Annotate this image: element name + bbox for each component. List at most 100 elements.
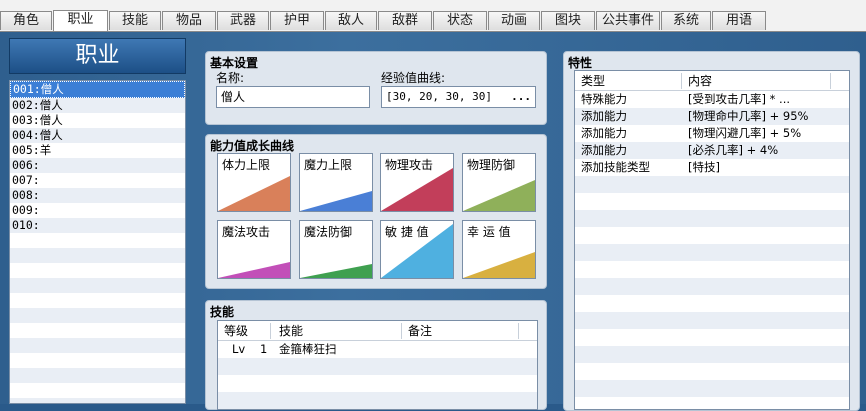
curve-fill [300,191,372,211]
exp-curve-edit-button[interactable]: ... [511,87,531,107]
list-item[interactable]: 008: [10,188,185,203]
traits-table[interactable]: 类型 内容 特殊能力 [受到攻击几率] * ... 添加能力 [物理命中几率] … [574,70,850,410]
skill-name: 金箍棒狂扫 [279,342,337,356]
col-note: 备注 [408,324,433,338]
database-tab-bar: 角色 职业 技能 物品 武器 护甲 敌人 敌群 状态 动画 图块 公共事件 系统… [0,10,866,32]
tab-states[interactable]: 状态 [433,11,487,30]
table-row [575,261,849,278]
col-skill: 技能 [279,324,304,338]
tab-enemies[interactable]: 敌人 [325,11,377,30]
curve-fill [381,168,453,211]
traits-panel: 特性 类型 内容 特殊能力 [受到攻击几率] * ... 添加能力 [物理命中几… [563,51,860,411]
list-item [10,308,185,323]
tab-terms[interactable]: 用语 [712,11,766,30]
tab-armors[interactable]: 护甲 [270,11,324,30]
list-item[interactable]: 002:僧人 [10,98,185,113]
table-row [218,392,537,409]
list-item [10,383,185,398]
curve-magic-defense[interactable]: 魔法防御 [299,220,373,279]
table-row [218,375,537,392]
col-type: 类型 [581,74,606,88]
curve-label: 敏 捷 值 [385,225,429,239]
table-row [575,312,849,329]
list-item[interactable]: 006: [10,158,185,173]
curve-agility[interactable]: 敏 捷 值 [380,220,454,279]
curve-fill [300,264,372,278]
traits-table-header: 类型 内容 [575,71,849,91]
table-row [575,227,849,244]
skills-panel: 技能 等级 技能 备注 Lv 1 金箍棒狂扫 [205,300,547,410]
table-row [575,329,849,346]
table-row [575,278,849,295]
list-item [10,353,185,368]
tab-common-events[interactable]: 公共事件 [596,11,660,30]
skills-table-header: 等级 技能 备注 [218,321,537,341]
curve-fill [218,176,290,211]
skills-title: 技能 [210,305,235,319]
list-item [10,278,185,293]
trait-content: [特技] [688,160,720,174]
table-row [575,363,849,380]
class-list-panel: 职业 001:僧人 002:僧人 003:僧人 004:僧人 005:羊 006… [9,38,186,404]
list-item[interactable]: 004:僧人 [10,128,185,143]
curve-max-hp[interactable]: 体力上限 [217,153,291,212]
curve-label: 幸 运 值 [467,225,511,239]
tab-classes[interactable]: 职业 [53,10,108,31]
list-item[interactable]: 007: [10,173,185,188]
curve-label: 魔法攻击 [222,225,271,239]
tab-skills[interactable]: 技能 [109,11,161,30]
curve-magic-attack[interactable]: 魔法攻击 [217,220,291,279]
trait-content: [受到攻击几率] * ... [688,92,790,106]
traits-title: 特性 [568,56,593,70]
list-item [10,248,185,263]
trait-content: [必杀几率] + 4% [688,143,779,157]
tab-system[interactable]: 系统 [661,11,711,30]
tab-weapons[interactable]: 武器 [217,11,269,30]
tab-actors[interactable]: 角色 [0,11,52,30]
curve-label: 体力上限 [222,158,271,172]
curve-luck[interactable]: 幸 运 值 [462,220,536,279]
curve-attack[interactable]: 物理攻击 [380,153,454,212]
table-row [575,295,849,312]
class-list-title: 职业 [9,38,186,74]
name-label: 名称: [216,71,245,85]
list-item[interactable]: 005:羊 [10,143,185,158]
exp-curve-value: [30, 20, 30, 30] [386,90,492,103]
curve-label: 魔法防御 [304,225,353,239]
class-list[interactable]: 001:僧人 002:僧人 003:僧人 004:僧人 005:羊 006: 0… [9,80,186,404]
list-item[interactable]: 001:僧人 [10,81,185,98]
curve-label: 物理防御 [467,158,516,172]
table-row [575,193,849,210]
list-item [10,263,185,278]
exp-curve-field[interactable]: [30, 20, 30, 30] ... [381,86,536,108]
trait-type: 添加能力 [581,126,627,140]
col-content: 内容 [688,74,713,88]
list-item[interactable]: 010: [10,218,185,233]
name-field[interactable]: 僧人 [216,86,370,108]
col-level: 等级 [224,324,249,338]
trait-type: 添加能力 [581,143,627,157]
param-curves-title: 能力值成长曲线 [210,139,295,153]
list-item[interactable]: 009: [10,203,185,218]
curve-defense[interactable]: 物理防御 [462,153,536,212]
table-row [575,176,849,193]
curve-fill [463,252,535,278]
list-item [10,233,185,248]
list-item [10,368,185,383]
list-item [10,338,185,353]
table-row [575,244,849,261]
tab-items[interactable]: 物品 [162,11,216,30]
header-divider [401,323,402,339]
tab-troops[interactable]: 敌群 [378,11,432,30]
tab-tilesets[interactable]: 图块 [541,11,595,30]
tab-animations[interactable]: 动画 [488,11,540,30]
basic-settings-panel: 基本设置 名称: 僧人 经验值曲线: [30, 20, 30, 30] ... [205,51,547,125]
header-divider [830,73,831,89]
header-divider [681,73,682,89]
curve-label: 魔力上限 [304,158,353,172]
trait-type: 添加能力 [581,109,627,123]
trait-type: 添加技能类型 [581,160,650,174]
skills-table[interactable]: 等级 技能 备注 Lv 1 金箍棒狂扫 [217,320,538,410]
curve-max-mp[interactable]: 魔力上限 [299,153,373,212]
list-item[interactable]: 003:僧人 [10,113,185,128]
